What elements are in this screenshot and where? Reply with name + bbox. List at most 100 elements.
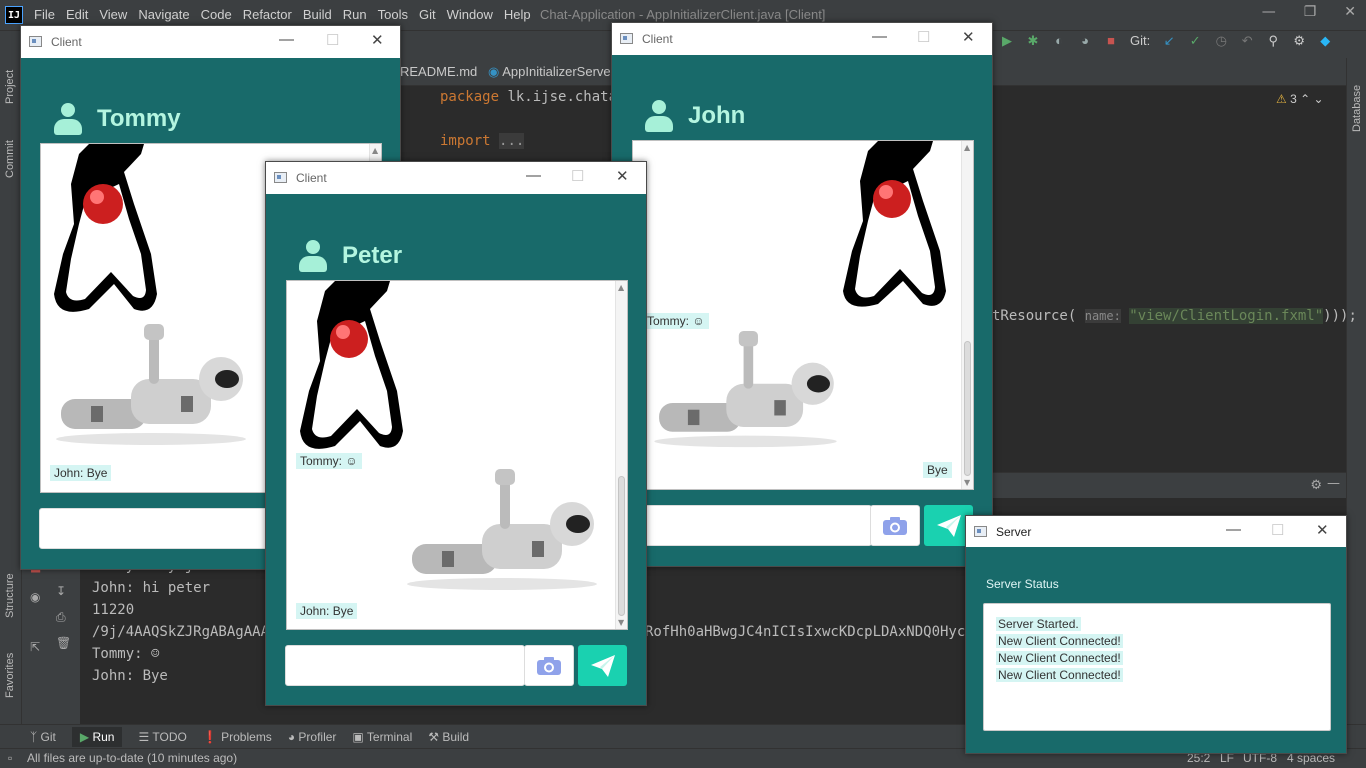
minimize-icon[interactable]: —: [872, 28, 887, 45]
scrollbar-thumb[interactable]: [964, 341, 971, 476]
scroll-up-icon[interactable]: ▲: [372, 146, 378, 155]
menu-git[interactable]: Git: [419, 7, 436, 22]
git-rollback-icon[interactable]: ↶: [1240, 33, 1254, 48]
scroll-down-icon[interactable]: ▼: [964, 478, 970, 487]
user-icon: [53, 103, 83, 135]
minimize-icon[interactable]: —: [279, 31, 294, 48]
message-input[interactable]: [285, 645, 525, 686]
log-line: New Client Connected!: [996, 651, 1123, 665]
chat-scrollbar[interactable]: ▲ ▼: [961, 141, 973, 489]
code-line-resource: tResource( name: "view/ClientLogin.fxml"…: [992, 308, 1357, 324]
warning-icon: ⚠: [1276, 92, 1287, 106]
chat-area[interactable]: Tommy: ☺ John: Bye ▲ ▼: [286, 280, 628, 630]
scroll-down-icon[interactable]: ▼: [618, 618, 624, 627]
restore-icon[interactable]: ❐: [1304, 4, 1317, 20]
close-icon[interactable]: ✕: [616, 167, 629, 185]
menu-file[interactable]: File: [34, 7, 55, 22]
message-input[interactable]: [632, 505, 872, 546]
chat-scrollbar[interactable]: ▲ ▼: [615, 281, 627, 629]
client-window-peter: Client — ☐ ✕ Peter Tommy: ☺ John: Bye ▲ …: [265, 161, 647, 706]
tool-structure[interactable]: Structure: [4, 573, 16, 618]
tool-favorites[interactable]: Favorites: [4, 653, 16, 698]
tab-readme[interactable]: README.md: [400, 64, 477, 79]
menu-run[interactable]: Run: [343, 7, 367, 22]
coverage-icon[interactable]: ◐: [1052, 33, 1066, 48]
minimize-icon[interactable]: —: [1226, 521, 1241, 538]
tab-appinitializer-server[interactable]: ◉ AppInitializerServer.: [488, 64, 618, 80]
message-bubble: John: Bye: [296, 603, 358, 619]
maximize-icon[interactable]: ☐: [1271, 521, 1284, 539]
robot-image: [407, 469, 597, 590]
git-update-icon[interactable]: ↙: [1162, 33, 1176, 48]
run-settings-icon[interactable]: ⚙: [1310, 478, 1322, 493]
menu-code[interactable]: Code: [201, 7, 232, 22]
menu-window[interactable]: Window: [447, 7, 493, 22]
stop-icon[interactable]: ■: [1104, 33, 1118, 48]
tab-profiler[interactable]: ◕ Profiler: [288, 730, 337, 744]
window-icon: [620, 33, 633, 44]
tab-run[interactable]: ▶ Run: [71, 726, 123, 747]
debug-icon[interactable]: ✱: [1026, 33, 1040, 48]
message-input[interactable]: [39, 508, 289, 549]
tool-commit[interactable]: Commit: [4, 140, 16, 178]
menu-refactor[interactable]: Refactor: [243, 7, 292, 22]
menu-view[interactable]: View: [99, 7, 127, 22]
tab-terminal[interactable]: ▣ Terminal: [352, 730, 412, 744]
minimize-icon[interactable]: —: [526, 167, 541, 184]
message-bubble: Tommy: ☺: [643, 313, 709, 329]
toolbox-icon[interactable]: ◆: [1318, 33, 1332, 48]
close-icon[interactable]: ✕: [1344, 4, 1356, 20]
camera-button[interactable]: [524, 645, 574, 686]
tab-git[interactable]: ᛉ Git: [30, 730, 56, 744]
scroll-up-icon[interactable]: ▲: [964, 143, 970, 152]
clear-icon[interactable]: 🗑: [56, 636, 71, 650]
left-tool-strip: Project Commit Structure Favorites: [0, 58, 22, 748]
camera-button[interactable]: [870, 505, 920, 546]
titlebar: Server — ☐ ✕: [966, 516, 1346, 547]
send-button[interactable]: [578, 645, 627, 686]
window-title: Client: [51, 35, 82, 49]
menu-build[interactable]: Build: [303, 7, 332, 22]
maximize-icon[interactable]: ☐: [571, 167, 584, 185]
window-title: Server: [996, 525, 1032, 539]
git-label: Git:: [1130, 33, 1151, 48]
scrollbar-thumb[interactable]: [618, 476, 625, 616]
warnings-indicator[interactable]: ⚠ 3 ⌃ ⌄: [1276, 92, 1324, 106]
close-icon[interactable]: ✕: [962, 28, 975, 46]
titlebar: Client — ☐ ✕: [612, 23, 992, 55]
tab-build[interactable]: ⚒ Build: [428, 730, 469, 744]
profile-icon[interactable]: ◕: [1078, 33, 1092, 48]
exit-icon[interactable]: ⇱: [30, 640, 40, 654]
run-icon[interactable]: ▶: [1000, 33, 1014, 48]
profiler-icon: ◕: [287, 729, 296, 744]
user-icon: [644, 100, 674, 132]
run-hide-icon[interactable]: —: [1327, 476, 1340, 491]
screenshot-icon[interactable]: ◉: [30, 590, 40, 604]
titlebar: Client — ☐ ✕: [21, 26, 400, 58]
menu-help[interactable]: Help: [504, 7, 531, 22]
git-history-icon[interactable]: ◷: [1214, 33, 1228, 48]
scroll-up-icon[interactable]: ▲: [618, 283, 624, 292]
settings-icon[interactable]: ⚙: [1292, 33, 1306, 48]
tab-problems[interactable]: ❗ Problems: [203, 730, 272, 744]
console-line: John: hi peter: [92, 580, 211, 596]
search-icon[interactable]: ⚲: [1266, 33, 1280, 48]
server-log-area[interactable]: Server Started. New Client Connected! Ne…: [983, 603, 1331, 731]
minimize-icon[interactable]: —: [1262, 4, 1276, 20]
close-icon[interactable]: ✕: [1316, 521, 1329, 539]
tab-todo[interactable]: ☰ TODO: [138, 730, 186, 744]
tool-database[interactable]: Database: [1351, 85, 1363, 132]
menu-navigate[interactable]: Navigate: [138, 7, 189, 22]
tool-project[interactable]: Project: [4, 70, 16, 104]
close-icon[interactable]: ✕: [371, 31, 384, 49]
user-name: Peter: [342, 242, 403, 269]
git-commit-icon[interactable]: ✓: [1188, 33, 1202, 48]
scroll-to-end-icon[interactable]: ↧: [56, 584, 66, 598]
menu-tools[interactable]: Tools: [378, 7, 408, 22]
maximize-icon[interactable]: ☐: [326, 31, 339, 49]
print-icon[interactable]: ⎙: [56, 610, 66, 625]
menu-edit[interactable]: Edit: [66, 7, 88, 22]
chat-area[interactable]: Tommy: ☺ Bye ▲ ▼: [632, 140, 974, 490]
send-icon: [936, 514, 961, 537]
maximize-icon[interactable]: ☐: [917, 28, 930, 46]
